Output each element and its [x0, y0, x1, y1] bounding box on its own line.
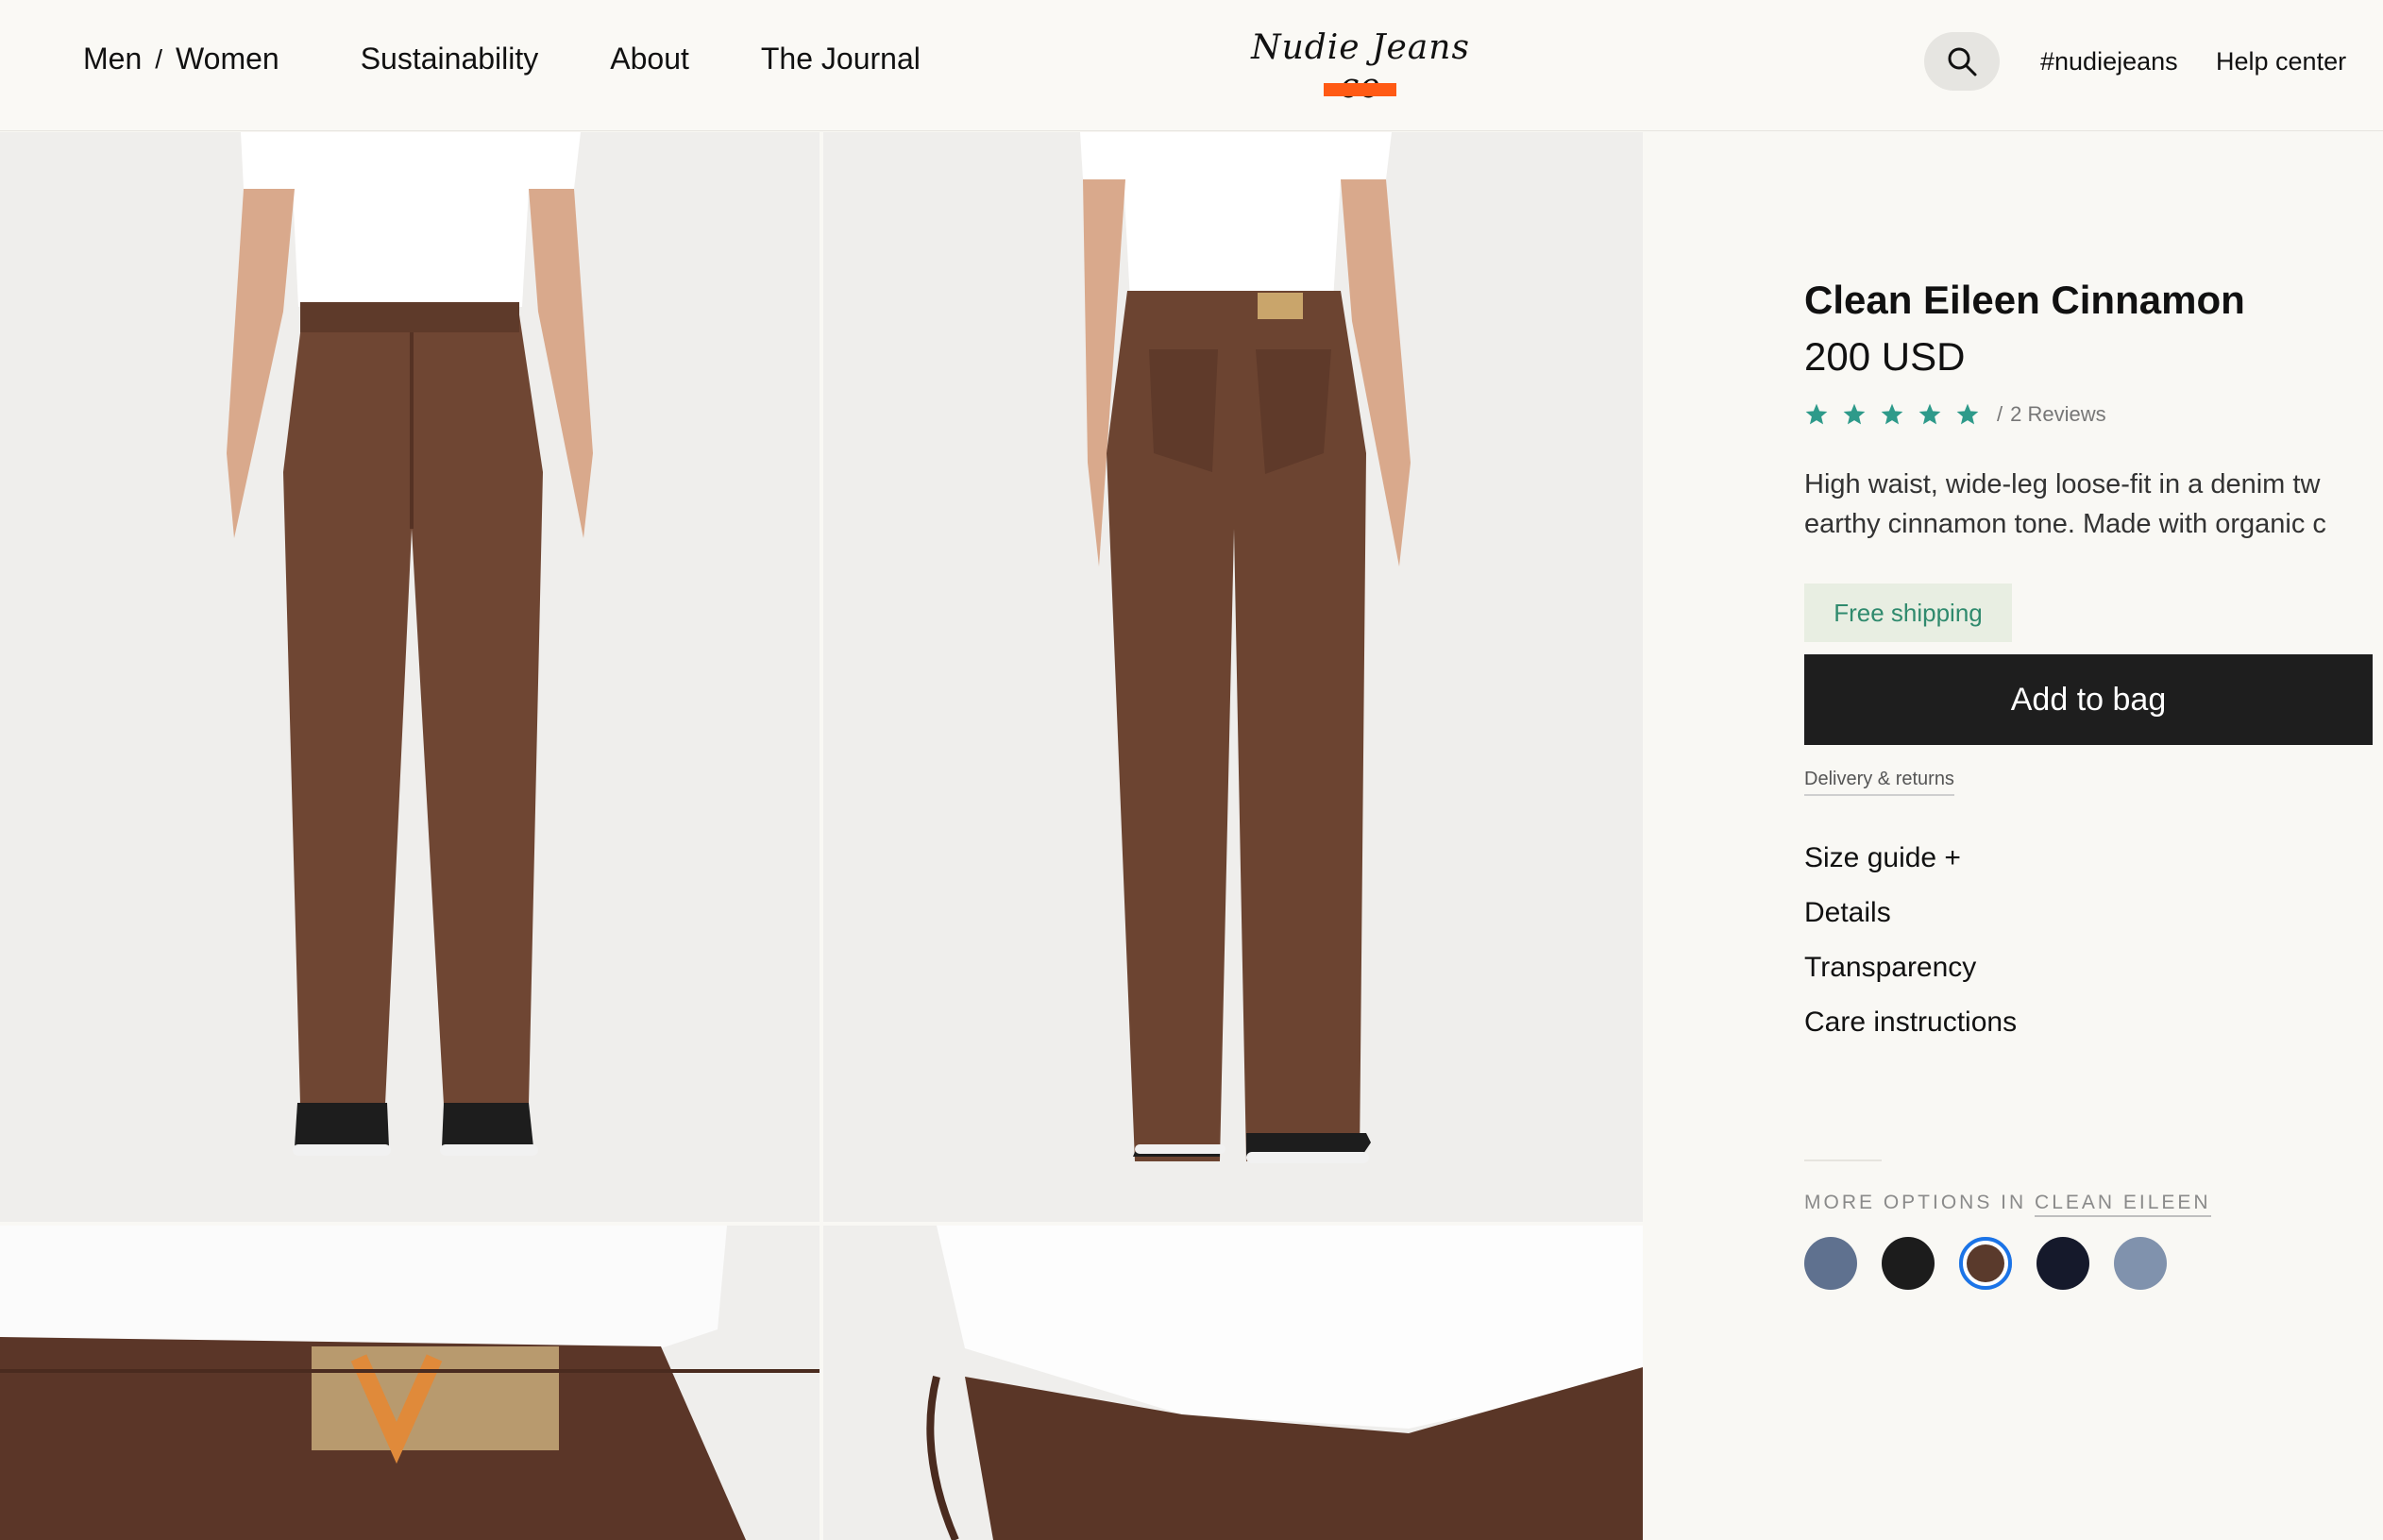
add-to-bag-button[interactable]: Add to bag — [1804, 654, 2373, 745]
product-title: Clean Eileen Cinnamon — [1804, 278, 2245, 322]
swatch-dark-navy[interactable] — [2037, 1237, 2089, 1290]
logo-accent-bar — [1324, 83, 1396, 96]
nav-journal[interactable]: The Journal — [761, 42, 921, 76]
search-icon — [1948, 47, 1977, 76]
more-options-link[interactable]: CLEAN EILEEN — [2035, 1192, 2211, 1217]
description-line: earthy cinnamon tone. Made with organic … — [1804, 509, 2326, 539]
swatch-blue-denim[interactable] — [1804, 1237, 1857, 1290]
product-photo-label-closeup[interactable] — [0, 1226, 820, 1540]
reviews-count[interactable]: 2 Reviews — [2010, 402, 2105, 427]
product-details-panel: Clean Eileen Cinnamon 200 USD / 2 Review… — [1643, 132, 2383, 1540]
accordion-transparency[interactable]: Transparency — [1804, 952, 1976, 984]
product-price: 200 USD — [1804, 334, 1966, 379]
site-logo[interactable]: Nudie Jeans co — [1242, 28, 1479, 106]
nav-men[interactable]: Men — [83, 42, 142, 76]
accordion-care-instructions[interactable]: Care instructions — [1804, 1007, 2017, 1039]
more-options-heading: MORE OPTIONS IN CLEAN EILEEN — [1804, 1192, 2211, 1217]
swatch-black[interactable] — [1882, 1237, 1935, 1290]
free-shipping-badge: Free shipping — [1804, 584, 2012, 642]
product-photo-back[interactable] — [823, 132, 1643, 1222]
star-icon — [1843, 403, 1866, 425]
accordion-details[interactable]: Details — [1804, 897, 1891, 929]
product-photo-fabric-closeup[interactable] — [823, 1226, 1643, 1540]
description-line: High waist, wide-leg loose-fit in a deni… — [1804, 469, 2321, 499]
product-photo-front[interactable] — [0, 132, 820, 1222]
accordion-size-guide[interactable]: Size guide + — [1804, 842, 1961, 874]
nav-hashtag[interactable]: #nudiejeans — [2040, 47, 2178, 76]
star-icon — [1805, 403, 1828, 425]
color-swatches — [1804, 1237, 2167, 1290]
star-icon — [1918, 403, 1941, 425]
nav-help-center[interactable]: Help center — [2216, 47, 2346, 76]
delivery-returns-link[interactable]: Delivery & returns — [1804, 769, 1954, 796]
more-options-label: MORE OPTIONS IN — [1804, 1192, 2027, 1213]
search-button[interactable] — [1924, 32, 2000, 91]
swatch-cinnamon-selected[interactable] — [1959, 1237, 2012, 1290]
primary-nav: Men / Women Sustainability About The Jou… — [83, 42, 921, 76]
star-icon — [1881, 403, 1903, 425]
product-rating[interactable]: / 2 Reviews — [1804, 402, 2106, 427]
swatch-light-blue[interactable] — [2114, 1237, 2167, 1290]
nav-separator: / — [155, 43, 163, 74]
section-divider — [1804, 1159, 1882, 1161]
product-description: High waist, wide-leg loose-fit in a deni… — [1804, 465, 2383, 544]
nav-women[interactable]: Women — [176, 42, 279, 76]
site-header: Men / Women Sustainability About The Jou… — [0, 0, 2383, 131]
nav-about[interactable]: About — [610, 42, 689, 76]
rating-separator: / — [1997, 402, 2003, 426]
rating-stars — [1804, 402, 1980, 427]
star-icon — [1956, 403, 1979, 425]
product-gallery — [0, 132, 1643, 1540]
nav-sustainability[interactable]: Sustainability — [361, 42, 539, 76]
